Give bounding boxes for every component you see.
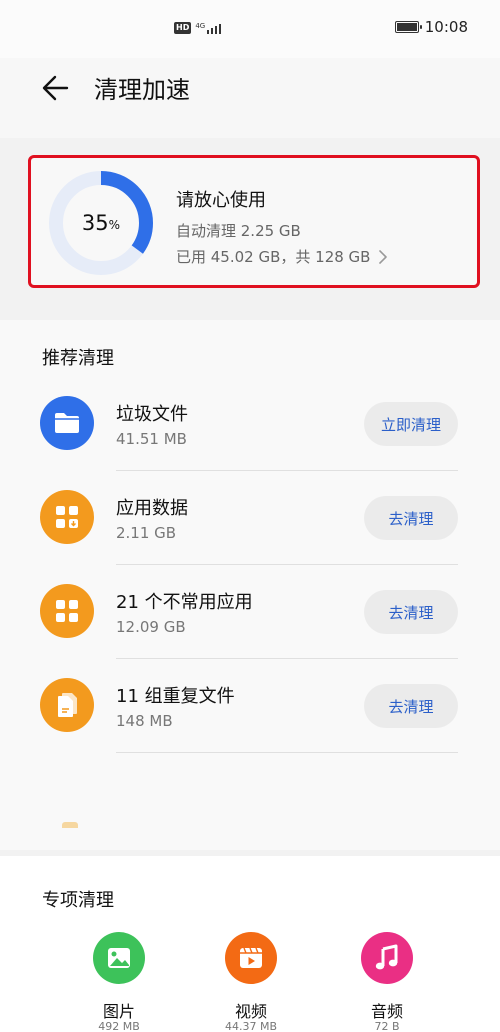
item-size: 2.11 GB xyxy=(116,524,177,542)
status-right: 10:08 xyxy=(394,18,468,36)
special-item-name: 视频 xyxy=(234,1002,267,1021)
special-section: 专项清理 图片 492 MB 视频 44.37 MB 音频 72 B xyxy=(0,856,500,1032)
item-name: 应用数据 xyxy=(116,498,188,519)
section-title: 专项清理 xyxy=(42,890,114,911)
chevron-right-icon xyxy=(379,249,388,264)
storage-summary-card[interactable]: 35% 请放心使用 自动清理 2.25 GB 已用 45.02 GB，共 128… xyxy=(28,155,480,288)
list-item-duplicate-files[interactable]: 11 组重复文件 148 MB 去清理 xyxy=(0,660,500,753)
recommended-section: 推荐清理 垃圾文件 41.51 MB 立即清理 应用数据 2.11 GB 去清理 xyxy=(0,320,500,850)
item-size: 41.51 MB xyxy=(116,430,187,448)
list-item-app-data[interactable]: 应用数据 2.11 GB 去清理 xyxy=(0,472,500,565)
special-item-name: 音频 xyxy=(370,1002,403,1021)
network-type: 4G xyxy=(195,22,206,30)
list-item-unused-apps[interactable]: 21 个不常用应用 12.09 GB 去清理 xyxy=(0,566,500,659)
item-name: 垃圾文件 xyxy=(116,404,188,425)
divider xyxy=(116,658,458,659)
storage-usage-link[interactable]: 已用 45.02 GB，共 128 GB xyxy=(176,246,388,267)
divider xyxy=(116,564,458,565)
back-button[interactable] xyxy=(36,68,76,108)
special-item-size: 44.37 MB xyxy=(224,1020,278,1032)
image-glyph xyxy=(108,948,130,968)
signal-bar xyxy=(219,24,222,34)
storage-usage-text: 已用 45.02 GB，共 128 GB xyxy=(176,248,371,266)
signal-bar xyxy=(215,26,218,34)
signal-bar xyxy=(211,28,214,34)
item-size: 148 MB xyxy=(116,712,173,730)
app-data-glyph xyxy=(56,506,78,528)
divider xyxy=(116,470,458,471)
item-name: 21 个不常用应用 xyxy=(116,592,253,613)
card-title: 请放心使用 xyxy=(176,190,266,211)
auto-clean-text: 自动清理 2.25 GB xyxy=(176,222,301,240)
storage-percent: 35% xyxy=(47,169,155,277)
section-title: 推荐清理 xyxy=(42,348,114,369)
clean-now-button[interactable]: 立即清理 xyxy=(364,402,458,446)
status-time: 10:08 xyxy=(424,18,468,36)
video-icon xyxy=(225,932,277,984)
go-clean-button[interactable]: 去清理 xyxy=(364,496,458,540)
hd-badge: HD xyxy=(174,22,192,34)
list-item-junk-files[interactable]: 垃圾文件 41.51 MB 立即清理 xyxy=(0,378,500,471)
special-item-size: 72 B xyxy=(374,1020,400,1032)
apps-grid-icon xyxy=(40,584,94,638)
go-clean-button[interactable]: 去清理 xyxy=(364,590,458,634)
signal-bar xyxy=(207,30,210,34)
app-header: 清理加速 xyxy=(0,58,500,138)
status-bar: HD 4G 10:08 xyxy=(0,0,500,58)
special-item-size: 492 MB xyxy=(98,1020,140,1032)
video-glyph xyxy=(240,947,262,968)
loading-item-hint xyxy=(62,822,78,828)
special-item-name: 图片 xyxy=(102,1002,135,1021)
special-item-images[interactable]: 图片 492 MB xyxy=(58,932,178,1032)
image-icon xyxy=(93,932,145,984)
folder-glyph xyxy=(55,413,79,433)
storage-percent-value: 35 xyxy=(81,211,109,235)
battery-fill xyxy=(396,23,417,31)
special-item-audio[interactable]: 音频 72 B xyxy=(326,932,446,1032)
storage-percent-unit: % xyxy=(108,218,121,232)
item-size: 12.09 GB xyxy=(116,618,186,636)
duplicate-file-icon xyxy=(40,678,94,732)
arrow-left-icon xyxy=(42,75,69,101)
signal-indicator: HD 4G xyxy=(174,22,222,34)
special-item-videos[interactable]: 视频 44.37 MB xyxy=(190,932,310,1032)
divider xyxy=(116,752,458,753)
go-clean-button[interactable]: 去清理 xyxy=(364,684,458,728)
apps-grid-glyph xyxy=(56,600,78,622)
duplicate-file-glyph xyxy=(58,693,77,717)
music-note-glyph xyxy=(375,944,398,970)
page-title: 清理加速 xyxy=(94,76,190,104)
battery-icon xyxy=(394,21,422,33)
folder-icon xyxy=(40,396,94,450)
app-data-icon xyxy=(40,490,94,544)
item-name: 11 组重复文件 xyxy=(116,686,235,707)
music-note-icon xyxy=(361,932,413,984)
